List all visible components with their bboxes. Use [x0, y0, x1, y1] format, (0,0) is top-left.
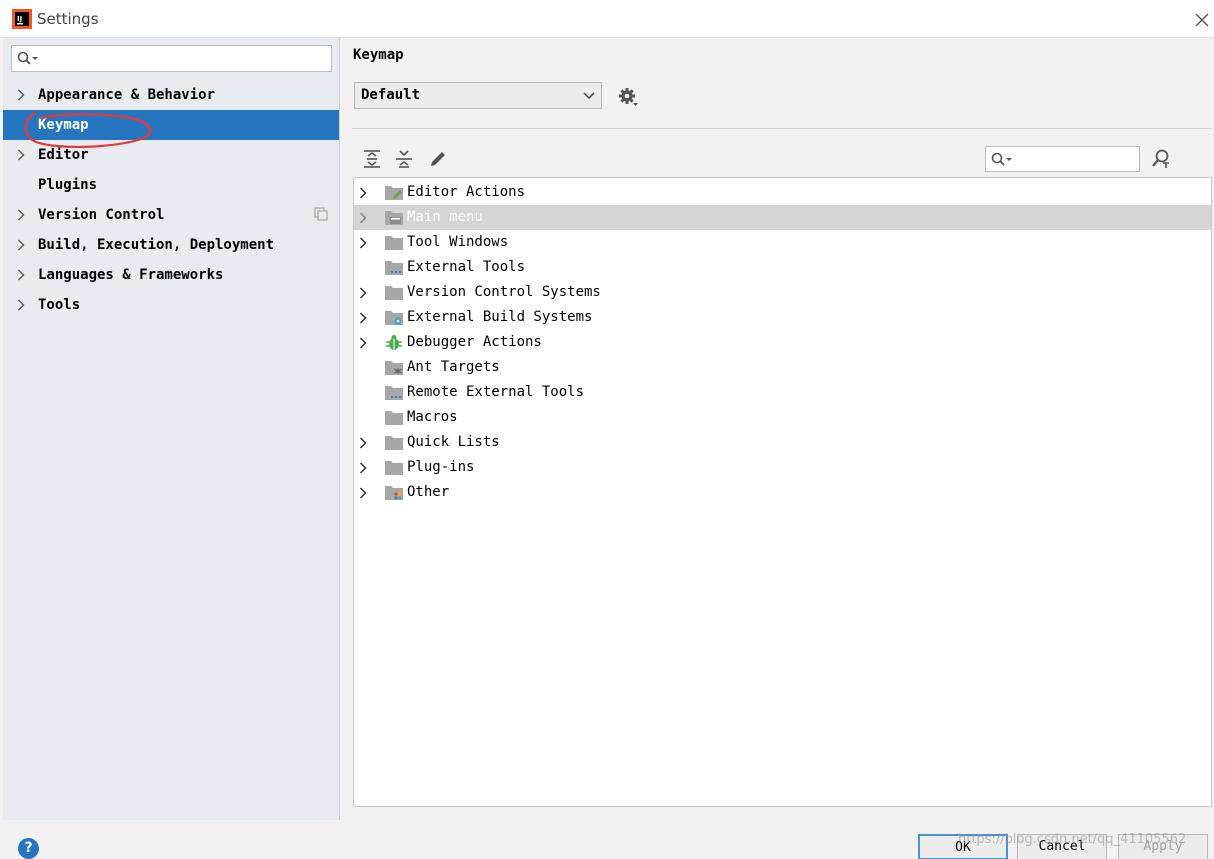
tree-row-label: External Build Systems — [407, 309, 593, 325]
tree-row-label: Macros — [407, 409, 458, 425]
tree-row-other[interactable]: Other — [354, 480, 1211, 505]
chevron-right-icon — [18, 209, 25, 221]
page-title: Keymap — [353, 47, 404, 63]
close-icon[interactable] — [1191, 9, 1213, 31]
chevron-right-icon — [359, 212, 367, 224]
ok-button[interactable]: OK — [918, 834, 1008, 859]
tree-row-label: Editor Actions — [407, 184, 526, 200]
folder-tools-icon — [385, 261, 403, 275]
folder-other-icon — [385, 486, 403, 500]
edit-pencil-icon[interactable] — [427, 148, 449, 170]
tree-row-label: Version Control Systems — [407, 284, 601, 300]
settings-search-input[interactable] — [11, 45, 332, 72]
help-button[interactable]: ? — [18, 838, 39, 859]
tree-row-plug-ins[interactable]: Plug-ins — [354, 455, 1211, 480]
tree-row-label: Debugger Actions — [407, 334, 542, 350]
sidebar-item-label: Plugins — [38, 177, 98, 193]
folder-tools-icon — [385, 386, 403, 400]
chevron-right-icon — [359, 187, 367, 199]
collapse-all-icon[interactable] — [393, 148, 415, 170]
chevron-right-icon — [359, 462, 367, 474]
folder-icon — [385, 461, 403, 475]
tree-row-label: Tool Windows — [407, 234, 509, 250]
tree-row-label: Ant Targets — [407, 359, 500, 375]
tree-row-editor-actions[interactable]: Editor Actions — [354, 180, 1211, 205]
sidebar-item-label: Appearance & Behavior — [38, 87, 216, 103]
chevron-right-icon — [18, 239, 25, 251]
chevron-right-icon — [359, 287, 367, 299]
tree-row-main-menu[interactable]: Main menu — [354, 205, 1211, 230]
tree-row-external-tools[interactable]: External Tools — [354, 255, 1211, 280]
apply-button[interactable]: Apply — [1118, 834, 1208, 859]
folder-menu-icon — [385, 211, 403, 225]
cancel-button[interactable]: Cancel — [1017, 834, 1107, 859]
gear-icon[interactable] — [617, 86, 639, 108]
sidebar-item-label: Languages & Frameworks — [38, 267, 224, 283]
tree-row-label: Plug-ins — [407, 459, 475, 475]
chevron-right-icon — [359, 337, 367, 349]
folder-edit-icon — [385, 186, 403, 200]
tree-row-quick-lists[interactable]: Quick Lists — [354, 430, 1211, 455]
sidebar-item-label: Tools — [38, 297, 81, 313]
sidebar-item-label: Editor — [38, 147, 89, 163]
expand-all-icon[interactable] — [361, 148, 383, 170]
tree-row-label: Main menu — [407, 209, 483, 225]
sidebar-item-appearance-behavior[interactable]: Appearance & Behavior — [3, 80, 339, 110]
sidebar-item-languages-frameworks[interactable]: Languages & Frameworks — [3, 260, 339, 290]
keymap-scheme-select[interactable]: Default — [354, 82, 602, 109]
sidebar-item-version-control[interactable]: Version Control — [3, 200, 339, 230]
folder-gear-icon — [385, 311, 403, 325]
sidebar-item-label: Version Control — [38, 207, 165, 223]
chevron-right-icon — [18, 149, 25, 161]
tree-row-tool-windows[interactable]: Tool Windows — [354, 230, 1211, 255]
keymap-filter-field[interactable] — [1016, 149, 1134, 169]
chevron-right-icon — [359, 437, 367, 449]
chevron-right-icon — [18, 299, 25, 311]
keymap-scheme-value: Default — [361, 87, 421, 103]
chevron-right-icon — [359, 237, 367, 249]
keymap-action-tree: Editor Actions Main menu Tool Windows Ex… — [353, 177, 1212, 807]
tree-row-external-build-systems[interactable]: External Build Systems — [354, 305, 1211, 330]
tree-row-label: Other — [407, 484, 450, 500]
chevron-right-icon — [359, 487, 367, 499]
svg-text:IJ: IJ — [17, 15, 22, 23]
folder-icon — [385, 436, 403, 450]
project-level-icon — [314, 207, 328, 221]
chevron-right-icon — [18, 89, 25, 101]
chevron-down-icon — [583, 92, 595, 100]
find-by-shortcut-icon[interactable] — [1150, 148, 1172, 170]
sidebar-item-plugins[interactable]: Plugins — [3, 170, 339, 200]
folder-icon — [385, 286, 403, 300]
sidebar-item-keymap[interactable]: Keymap — [3, 110, 339, 140]
settings-sidebar: Appearance & Behavior Keymap Editor Plug… — [3, 38, 340, 820]
search-icon — [17, 51, 38, 65]
keymap-filter-input[interactable] — [985, 146, 1140, 172]
sidebar-item-tools[interactable]: Tools — [3, 290, 339, 320]
chevron-right-icon — [18, 269, 25, 281]
sidebar-item-label: Build, Execution, Deployment — [38, 237, 275, 253]
window-title: Settings — [37, 10, 99, 28]
tree-row-label: Remote External Tools — [407, 384, 585, 400]
title-bar: IJ Settings — [0, 0, 1214, 38]
sidebar-item-editor[interactable]: Editor — [3, 140, 339, 170]
sidebar-item-build-execution-deployment[interactable]: Build, Execution, Deployment — [3, 230, 339, 260]
folder-ant-icon — [385, 361, 403, 375]
search-icon — [991, 152, 1012, 166]
section-divider — [352, 128, 1212, 129]
tree-row-macros[interactable]: Macros — [354, 405, 1211, 430]
tree-row-label: External Tools — [407, 259, 526, 275]
tree-row-ant-targets[interactable]: Ant Targets — [354, 355, 1211, 380]
tree-row-debugger-actions[interactable]: Debugger Actions — [354, 330, 1211, 355]
intellij-logo-icon: IJ — [12, 9, 32, 29]
settings-search-field[interactable] — [42, 48, 327, 69]
tree-row-version-control-systems[interactable]: Version Control Systems — [354, 280, 1211, 305]
chevron-right-icon — [359, 312, 367, 324]
sidebar-item-label: Keymap — [38, 117, 89, 133]
bug-icon — [386, 335, 402, 350]
folder-icon — [385, 411, 403, 425]
tree-row-label: Quick Lists — [407, 434, 500, 450]
folder-icon — [385, 236, 403, 250]
tree-row-remote-external-tools[interactable]: Remote External Tools — [354, 380, 1211, 405]
